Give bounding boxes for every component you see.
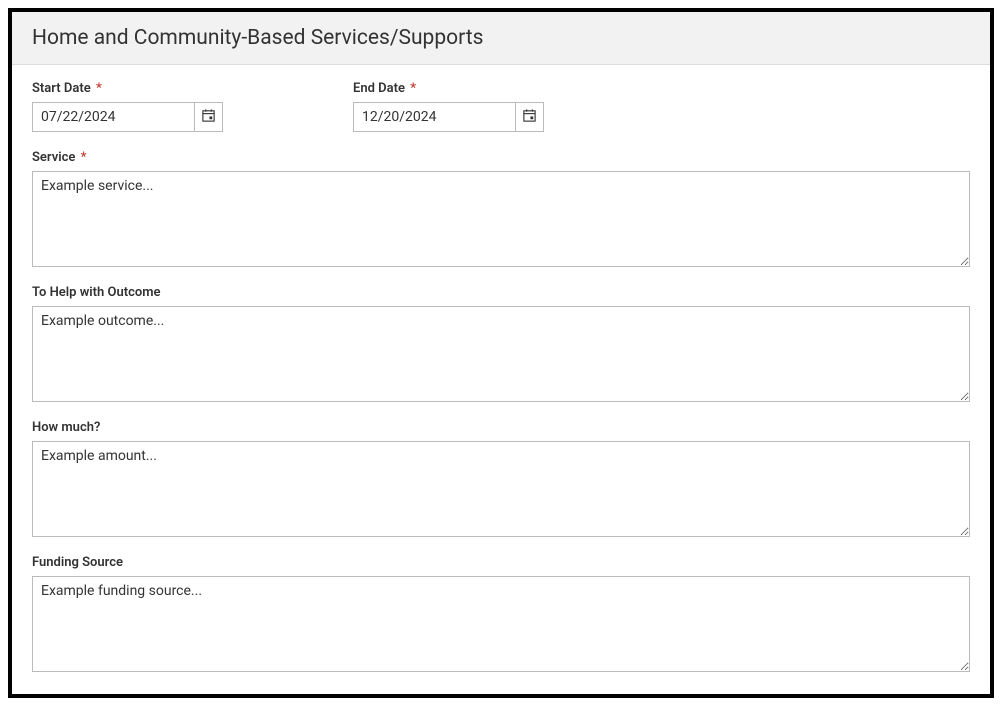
funding-source-label: Funding Source xyxy=(32,555,970,570)
start-date-input-wrap xyxy=(32,102,223,132)
start-date-label: Start Date * xyxy=(32,81,223,96)
page-title: Home and Community-Based Services/Suppor… xyxy=(32,26,970,50)
outcome-textarea[interactable] xyxy=(32,306,970,402)
start-date-calendar-button[interactable] xyxy=(195,102,223,132)
how-much-group: How much? xyxy=(32,420,970,537)
service-label: Service * xyxy=(32,150,970,165)
start-date-input[interactable] xyxy=(32,102,195,132)
required-mark: * xyxy=(96,81,102,96)
form-body: Start Date * xyxy=(12,65,990,698)
end-date-input-wrap xyxy=(353,102,544,132)
end-date-group: End Date * xyxy=(353,81,544,132)
funding-source-group: Funding Source xyxy=(32,555,970,672)
start-date-group: Start Date * xyxy=(32,81,223,132)
date-row: Start Date * xyxy=(32,81,970,132)
outcome-group: To Help with Outcome xyxy=(32,285,970,402)
end-date-input[interactable] xyxy=(353,102,516,132)
required-mark: * xyxy=(81,150,87,165)
calendar-icon xyxy=(522,108,537,126)
funding-source-textarea[interactable] xyxy=(32,576,970,672)
required-mark: * xyxy=(410,81,416,96)
service-label-text: Service xyxy=(32,150,75,165)
calendar-icon xyxy=(201,108,216,126)
end-date-label: End Date * xyxy=(353,81,544,96)
end-date-label-text: End Date xyxy=(353,81,405,96)
how-much-label: How much? xyxy=(32,420,970,435)
start-date-label-text: Start Date xyxy=(32,81,91,96)
panel-header: Home and Community-Based Services/Suppor… xyxy=(12,12,990,65)
service-textarea[interactable] xyxy=(32,171,970,267)
service-group: Service * xyxy=(32,150,970,267)
end-date-calendar-button[interactable] xyxy=(516,102,544,132)
form-panel: Home and Community-Based Services/Suppor… xyxy=(8,8,994,698)
outcome-label: To Help with Outcome xyxy=(32,285,970,300)
how-much-textarea[interactable] xyxy=(32,441,970,537)
